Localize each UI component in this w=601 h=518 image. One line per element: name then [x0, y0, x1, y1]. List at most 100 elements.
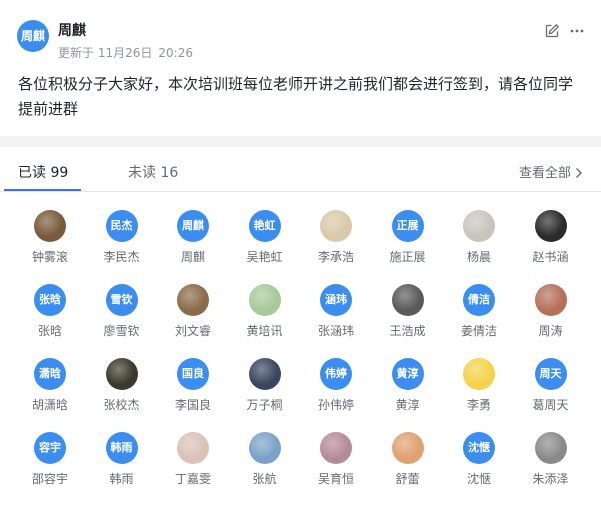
reader-name: 黄淳 [395, 398, 420, 412]
reader-avatar[interactable] [463, 210, 495, 242]
reader-name: 葛周天 [532, 398, 569, 412]
reader-item[interactable]: 周天 葛周天 [516, 354, 586, 414]
reader-avatar[interactable]: 涵玮 [320, 284, 352, 316]
reader-name: 李国良 [174, 398, 211, 412]
reader-name: 杨晨 [466, 250, 491, 264]
reader-avatar[interactable] [391, 284, 424, 316]
reader-name: 吴艳虹 [246, 250, 283, 264]
reader-avatar[interactable] [34, 210, 66, 242]
reader-name: 李民杰 [103, 250, 140, 264]
reader-avatar[interactable] [177, 284, 209, 316]
reader-item[interactable]: 民杰 李民杰 [87, 206, 157, 266]
reader-name: 吴育恒 [317, 472, 354, 486]
reader-item[interactable]: 丁嘉雯 [158, 428, 228, 488]
section-divider [0, 136, 601, 147]
reader-item[interactable]: 李勇 [444, 354, 514, 414]
reader-name: 沈惬 [466, 472, 491, 486]
reader-item[interactable]: 王浩成 [373, 280, 443, 340]
reader-avatar[interactable]: 伟婷 [320, 358, 352, 390]
author-avatar[interactable]: 周麒 [17, 20, 49, 52]
reader-item[interactable]: 刘文睿 [158, 280, 228, 340]
tab-read[interactable]: 已读 99 [18, 162, 68, 182]
reader-avatar[interactable] [534, 284, 567, 316]
reader-item[interactable]: 沈惬 沈惬 [444, 428, 514, 488]
reader-item[interactable]: 雪钦 廖雪钦 [87, 280, 157, 340]
reader-name: 王浩成 [389, 324, 426, 338]
view-all-link[interactable]: 查看全部 [519, 162, 583, 181]
reader-avatar[interactable] [105, 358, 138, 390]
edit-icon[interactable] [544, 23, 560, 39]
reader-avatar[interactable] [320, 210, 352, 242]
reader-item[interactable]: 赵书涵 [516, 206, 586, 266]
reader-avatar[interactable]: 张晗 [34, 284, 66, 316]
reader-avatar[interactable]: 周天 [534, 358, 567, 390]
reader-item[interactable]: 张晗 张晗 [15, 280, 85, 340]
reader-item[interactable]: 周涛 [516, 280, 586, 340]
reader-item[interactable]: 倩洁 姜倩洁 [444, 280, 514, 340]
reader-avatar[interactable] [534, 210, 567, 242]
reader-name: 赵书涵 [532, 250, 569, 264]
post-header: 周麒 周麒 更新于 11月26日 20:26 [0, 0, 601, 62]
reader-item[interactable]: 黄培讯 [230, 280, 300, 340]
reader-name: 朱添泽 [532, 472, 569, 486]
reader-name: 钟雾滚 [31, 250, 68, 264]
read-status-tabs: 已读 99 未读 16 查看全部 [0, 147, 601, 192]
reader-name: 张航 [252, 472, 277, 486]
reader-name: 周麒 [180, 250, 205, 264]
reader-avatar[interactable]: 潇晗 [34, 358, 66, 390]
reader-name: 廖雪钦 [103, 324, 140, 338]
reader-name: 周涛 [538, 324, 563, 338]
reader-item[interactable]: 黄淳 黄淳 [373, 354, 443, 414]
reader-name: 韩雨 [109, 472, 134, 486]
reader-item[interactable]: 万子桐 [230, 354, 300, 414]
reader-avatar[interactable]: 沈惬 [463, 432, 495, 464]
reader-item[interactable]: 正展 施正展 [373, 206, 443, 266]
reader-item[interactable]: 张校杰 [87, 354, 157, 414]
reader-avatar[interactable] [391, 432, 424, 464]
reader-item[interactable]: 朱添泽 [516, 428, 586, 488]
reader-name: 孙伟婷 [317, 398, 354, 412]
reader-name: 邵容宇 [31, 472, 68, 486]
reader-avatar[interactable] [320, 432, 352, 464]
reader-name: 万子桐 [246, 398, 283, 412]
reader-name: 姜倩洁 [460, 324, 497, 338]
reader-avatar[interactable]: 正展 [391, 210, 424, 242]
reader-avatar[interactable] [248, 432, 281, 464]
tab-unread[interactable]: 未读 16 [128, 162, 178, 182]
reader-avatar[interactable]: 国良 [177, 358, 209, 390]
more-icon[interactable] [569, 23, 585, 39]
updated-timestamp: 更新于 11月26日 20:26 [58, 44, 193, 61]
reader-avatar[interactable]: 韩雨 [105, 432, 138, 464]
updated-label: 更新于 [58, 46, 95, 60]
updated-time: 20:26 [158, 46, 193, 60]
reader-item[interactable]: 容宇 邵容宇 [15, 428, 85, 488]
reader-avatar[interactable]: 容宇 [34, 432, 66, 464]
reader-avatar[interactable]: 倩洁 [463, 284, 495, 316]
reader-item[interactable]: 杨晨 [444, 206, 514, 266]
reader-item[interactable]: 潇晗 胡潇晗 [15, 354, 85, 414]
reader-avatar[interactable] [534, 432, 567, 464]
reader-avatar[interactable] [248, 284, 281, 316]
reader-name: 李勇 [466, 398, 491, 412]
reader-name: 李承浩 [317, 250, 354, 264]
reader-item[interactable]: 钟雾滚 [15, 206, 85, 266]
reader-avatar[interactable] [177, 432, 209, 464]
reader-item[interactable]: 韩雨 韩雨 [87, 428, 157, 488]
reader-avatar[interactable]: 雪钦 [105, 284, 138, 316]
reader-item[interactable]: 国良 李国良 [158, 354, 228, 414]
reader-item[interactable]: 吴育恒 [301, 428, 371, 488]
reader-item[interactable]: 张航 [230, 428, 300, 488]
reader-item[interactable]: 伟婷 孙伟婷 [301, 354, 371, 414]
reader-item[interactable]: 涵玮 张涵玮 [301, 280, 371, 340]
reader-item[interactable]: 舒蕾 [373, 428, 443, 488]
reader-item[interactable]: 艳虹 吴艳虹 [230, 206, 300, 266]
author-name[interactable]: 周麒 [58, 20, 86, 40]
reader-avatar[interactable]: 民杰 [105, 210, 138, 242]
reader-avatar[interactable] [248, 358, 281, 390]
reader-avatar[interactable]: 艳虹 [248, 210, 281, 242]
reader-item[interactable]: 周麒 周麒 [158, 206, 228, 266]
reader-item[interactable]: 李承浩 [301, 206, 371, 266]
reader-avatar[interactable]: 黄淳 [391, 358, 424, 390]
reader-avatar[interactable]: 周麒 [177, 210, 209, 242]
reader-avatar[interactable] [463, 358, 495, 390]
